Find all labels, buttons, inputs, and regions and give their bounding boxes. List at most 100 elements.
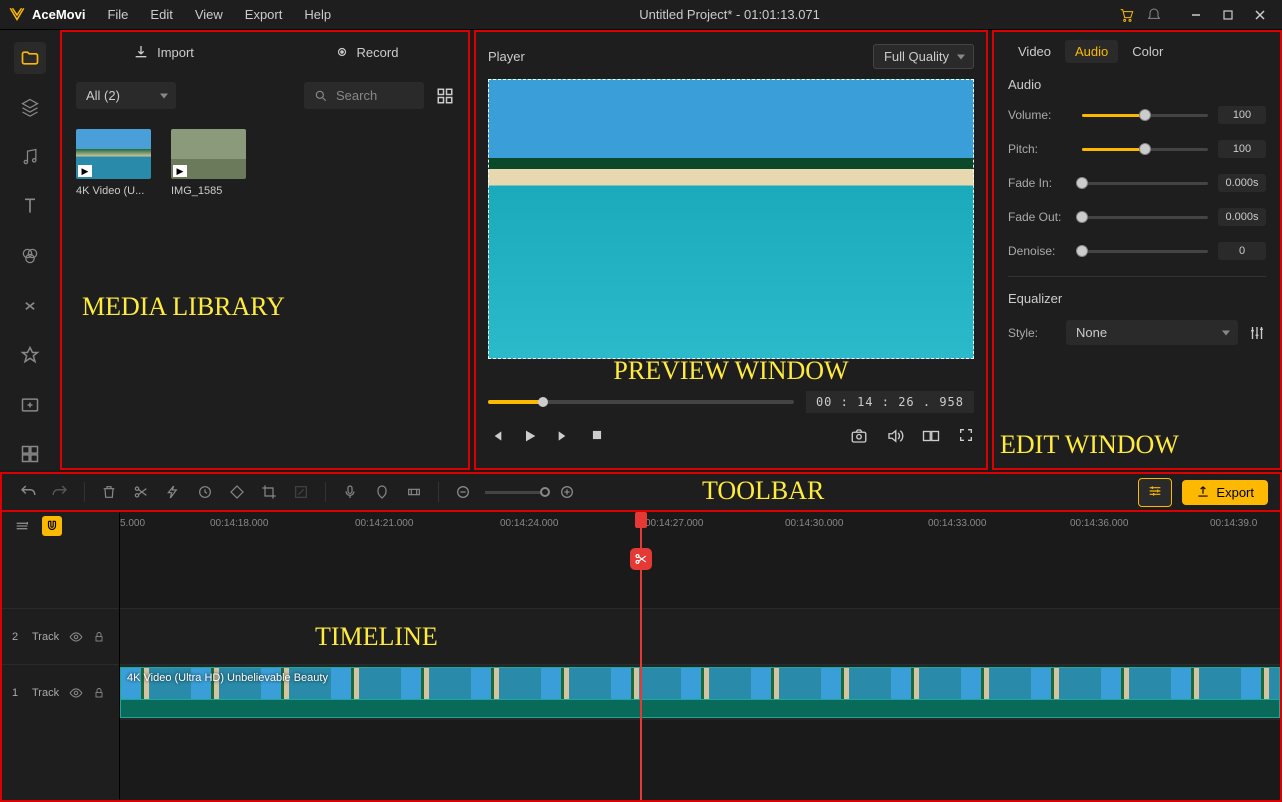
player-title: Player: [488, 49, 525, 64]
volume-button[interactable]: [886, 427, 904, 448]
range-button[interactable]: [400, 478, 428, 506]
minimize-button[interactable]: [1182, 4, 1210, 26]
track-2-lane[interactable]: [120, 608, 1280, 664]
record-tab[interactable]: Record: [265, 32, 468, 72]
playhead-handle[interactable]: [635, 512, 647, 528]
zoom-out-button[interactable]: [449, 478, 477, 506]
timeline-track-headers: 2 Track 1 Track: [2, 512, 120, 800]
track-1-lane[interactable]: 4K Video (Ultra HD) Unbelievable Beauty: [120, 664, 1280, 720]
edit-tab-color[interactable]: Color: [1122, 40, 1173, 63]
fadein-value[interactable]: 0.000s: [1218, 174, 1266, 192]
track-header-2: 2 Track: [2, 608, 119, 664]
lock-icon[interactable]: [93, 631, 105, 643]
eq-settings-icon[interactable]: [1248, 324, 1266, 342]
speed-button[interactable]: [159, 478, 187, 506]
menu-file[interactable]: File: [97, 3, 138, 26]
timeline-clip[interactable]: 4K Video (Ultra HD) Unbelievable Beauty: [120, 667, 1280, 718]
seek-handle[interactable]: [538, 397, 548, 407]
sidebar-filters[interactable]: [14, 240, 46, 272]
zoom-in-button[interactable]: [553, 478, 581, 506]
sidebar-text[interactable]: [14, 191, 46, 223]
export-button[interactable]: Export: [1182, 480, 1268, 505]
fadeout-value[interactable]: 0.000s: [1218, 208, 1266, 226]
timeline-toolbar: TOOLBAR Export: [2, 474, 1280, 510]
menu-export[interactable]: Export: [235, 3, 293, 26]
undo-button[interactable]: [14, 478, 42, 506]
seek-bar[interactable]: [488, 400, 794, 404]
timeline-body[interactable]: 5.000 00:14:18.000 00:14:21.000 00:14:24…: [120, 512, 1280, 800]
export-icon: [1196, 485, 1210, 499]
fadeout-slider[interactable]: [1082, 216, 1208, 219]
menu-view[interactable]: View: [185, 3, 233, 26]
stop-button[interactable]: [590, 428, 604, 447]
denoise-value[interactable]: 0: [1218, 242, 1266, 260]
play-badge-icon: ▶: [78, 165, 92, 177]
preview-canvas[interactable]: PREVIEW WINDOW: [488, 79, 974, 359]
sidebar-elements[interactable]: [14, 339, 46, 371]
record-icon: [335, 45, 349, 59]
lock-icon[interactable]: [93, 687, 105, 699]
fadein-slider[interactable]: [1082, 182, 1208, 185]
pitch-row: Pitch: 100: [1008, 140, 1266, 158]
marker-button[interactable]: [368, 478, 396, 506]
media-item-1[interactable]: ▶ IMG_1585: [171, 129, 246, 197]
add-track-button[interactable]: [12, 516, 32, 536]
media-item-0[interactable]: ▶ 4K Video (U...: [76, 129, 151, 197]
sidebar-layers[interactable]: [14, 92, 46, 124]
sidebar-media[interactable]: [14, 42, 46, 74]
zoom-slider[interactable]: [485, 491, 545, 494]
denoise-slider[interactable]: [1082, 250, 1208, 253]
sidebar-split[interactable]: [14, 439, 46, 471]
media-thumb: ▶: [76, 129, 151, 179]
pitch-value[interactable]: 100: [1218, 140, 1266, 158]
volume-slider[interactable]: [1082, 114, 1208, 117]
media-search[interactable]: Search: [304, 82, 424, 109]
compare-button[interactable]: [922, 427, 940, 448]
app-logo: AceMovi: [8, 6, 85, 24]
redo-button[interactable]: [46, 478, 74, 506]
voiceover-button[interactable]: [336, 478, 364, 506]
delete-button[interactable]: [95, 478, 123, 506]
player-panel: Player Full Quality PREVIEW WINDOW 00 : …: [474, 30, 988, 470]
play-button[interactable]: [522, 428, 538, 447]
fullscreen-button[interactable]: [958, 427, 974, 448]
grid-view-icon[interactable]: [436, 87, 454, 105]
volume-value[interactable]: 100: [1218, 106, 1266, 124]
import-tab[interactable]: Import: [62, 32, 265, 72]
eye-icon[interactable]: [69, 630, 83, 644]
media-filter-select[interactable]: All (2): [76, 82, 176, 109]
snapshot-button[interactable]: [850, 427, 868, 448]
eye-icon[interactable]: [69, 686, 83, 700]
menu-edit[interactable]: Edit: [140, 3, 182, 26]
sidebar-transitions[interactable]: [14, 290, 46, 322]
playhead[interactable]: [640, 512, 642, 800]
split-button[interactable]: [127, 478, 155, 506]
pitch-slider[interactable]: [1082, 148, 1208, 151]
playhead-cut-icon[interactable]: [630, 548, 652, 570]
eq-style-select[interactable]: None: [1066, 320, 1238, 345]
timeline-ruler[interactable]: 5.000 00:14:18.000 00:14:21.000 00:14:24…: [120, 512, 1280, 540]
adjust-button[interactable]: [1138, 478, 1172, 507]
maximize-button[interactable]: [1214, 4, 1242, 26]
search-icon: [314, 89, 328, 103]
volume-row: Volume: 100: [1008, 106, 1266, 124]
reverse-button[interactable]: [191, 478, 219, 506]
prev-frame-button[interactable]: [488, 428, 504, 447]
menu-help[interactable]: Help: [294, 3, 341, 26]
sidebar-audio[interactable]: [14, 141, 46, 173]
next-frame-button[interactable]: [556, 428, 572, 447]
tag-button[interactable]: [223, 478, 251, 506]
edit-panel: Video Audio Color Audio Volume: 100 Pitc…: [992, 30, 1282, 470]
media-thumb: ▶: [171, 129, 246, 179]
sidebar-pip[interactable]: [14, 389, 46, 421]
track-header-1: 1 Track: [2, 664, 119, 720]
bell-icon[interactable]: [1146, 7, 1162, 23]
edit-tab-audio[interactable]: Audio: [1065, 40, 1118, 63]
close-button[interactable]: [1246, 4, 1274, 26]
crop-button[interactable]: [255, 478, 283, 506]
quality-select[interactable]: Full Quality: [873, 44, 974, 69]
magnet-button[interactable]: [42, 516, 62, 536]
overlay-media-library: MEDIA LIBRARY: [82, 292, 285, 322]
cart-icon[interactable]: [1118, 7, 1134, 23]
edit-tab-video[interactable]: Video: [1008, 40, 1061, 63]
